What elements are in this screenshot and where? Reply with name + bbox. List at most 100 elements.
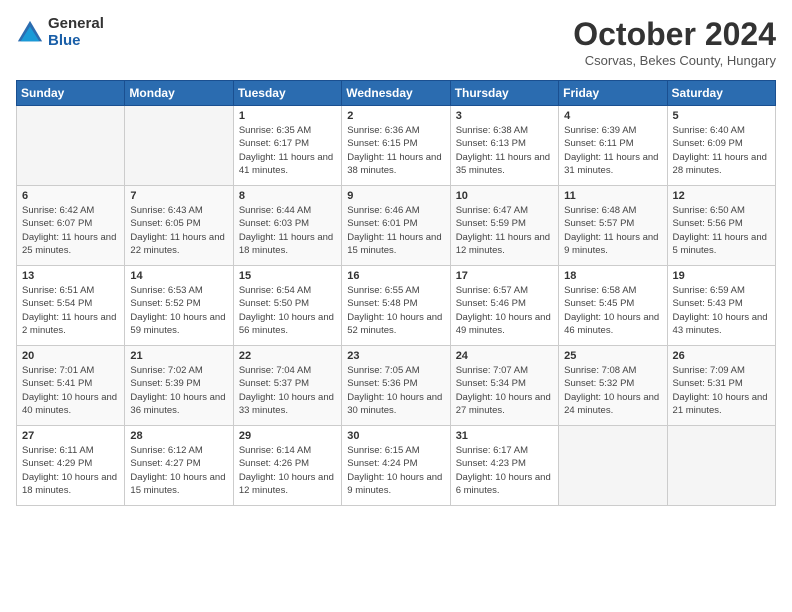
day-info: Sunrise: 6:47 AM Sunset: 5:59 PM Dayligh… [456, 204, 553, 257]
day-number: 12 [673, 190, 770, 202]
day-number: 7 [130, 190, 227, 202]
day-info: Sunrise: 7:09 AM Sunset: 5:31 PM Dayligh… [673, 364, 770, 417]
day-number: 17 [456, 270, 553, 282]
calendar-cell: 15Sunrise: 6:54 AM Sunset: 5:50 PM Dayli… [233, 266, 341, 346]
day-number: 28 [130, 430, 227, 442]
day-info: Sunrise: 7:01 AM Sunset: 5:41 PM Dayligh… [22, 364, 119, 417]
logo-icon [16, 19, 44, 47]
logo: General Blue [16, 16, 104, 49]
day-number: 26 [673, 350, 770, 362]
day-info: Sunrise: 6:59 AM Sunset: 5:43 PM Dayligh… [673, 284, 770, 337]
calendar-cell: 14 Sunrise: 6:53 AM Sunset: 5:52 PM Dayli… [125, 266, 233, 346]
page-header: General Blue October 2024 Csorvas, Bekes… [16, 16, 776, 68]
calendar-cell: 28 Sunrise: 6:12 AM Sunset: 4:27 PM Dayli… [125, 426, 233, 506]
header-row: SundayMondayTuesdayWednesdayThursdayFrid… [17, 81, 776, 106]
calendar-cell: 19Sunrise: 6:59 AM Sunset: 5:43 PM Dayli… [667, 266, 775, 346]
day-info: Sunrise: 6:42 AM Sunset: 6:07 PM Dayligh… [22, 204, 119, 257]
day-number: 20 [22, 350, 119, 362]
calendar-cell: 22 Sunrise: 7:04 AM Sunset: 5:37 PM Dayli… [233, 346, 341, 426]
calendar-body: 1Sunrise: 6:35 AM Sunset: 6:17 PM Daylig… [17, 106, 776, 506]
calendar-header: SundayMondayTuesdayWednesdayThursdayFrid… [17, 81, 776, 106]
day-info: Sunrise: 7:07 AM Sunset: 5:34 PM Dayligh… [456, 364, 553, 417]
day-number: 18 [564, 270, 661, 282]
calendar-cell: 20 Sunrise: 7:01 AM Sunset: 5:41 PM Dayli… [17, 346, 125, 426]
day-info: Sunrise: 6:12 AM Sunset: 4:27 PM Dayligh… [130, 444, 227, 497]
calendar-cell: 13 Sunrise: 6:51 AM Sunset: 5:54 PM Dayli… [17, 266, 125, 346]
calendar-week-4: 20 Sunrise: 7:01 AM Sunset: 5:41 PM Dayli… [17, 346, 776, 426]
calendar-cell: 7 Sunrise: 6:43 AM Sunset: 6:05 PM Daylig… [125, 186, 233, 266]
calendar-cell: 6 Sunrise: 6:42 AM Sunset: 6:07 PM Daylig… [17, 186, 125, 266]
day-number: 16 [347, 270, 444, 282]
day-info: Sunrise: 6:40 AM Sunset: 6:09 PM Dayligh… [673, 124, 770, 177]
day-number: 5 [673, 110, 770, 122]
day-info: Sunrise: 7:05 AM Sunset: 5:36 PM Dayligh… [347, 364, 444, 417]
day-info: Sunrise: 6:57 AM Sunset: 5:46 PM Dayligh… [456, 284, 553, 337]
calendar-cell: 27 Sunrise: 6:11 AM Sunset: 4:29 PM Dayli… [17, 426, 125, 506]
day-number: 1 [239, 110, 336, 122]
day-number: 15 [239, 270, 336, 282]
calendar-cell: 3 Sunrise: 6:38 AM Sunset: 6:13 PM Daylig… [450, 106, 558, 186]
day-info: Sunrise: 6:53 AM Sunset: 5:52 PM Dayligh… [130, 284, 227, 337]
calendar-cell: 30Sunrise: 6:15 AM Sunset: 4:24 PM Dayli… [342, 426, 450, 506]
day-info: Sunrise: 6:38 AM Sunset: 6:13 PM Dayligh… [456, 124, 553, 177]
day-number: 27 [22, 430, 119, 442]
day-number: 4 [564, 110, 661, 122]
title-block: October 2024 Csorvas, Bekes County, Hung… [573, 16, 776, 68]
calendar-week-3: 13 Sunrise: 6:51 AM Sunset: 5:54 PM Dayli… [17, 266, 776, 346]
header-day-tuesday: Tuesday [233, 81, 341, 106]
calendar-week-2: 6 Sunrise: 6:42 AM Sunset: 6:07 PM Daylig… [17, 186, 776, 266]
day-info: Sunrise: 6:39 AM Sunset: 6:11 PM Dayligh… [564, 124, 661, 177]
logo-text: General Blue [48, 16, 104, 49]
day-number: 25 [564, 350, 661, 362]
calendar-cell [125, 106, 233, 186]
calendar-cell: 9Sunrise: 6:46 AM Sunset: 6:01 PM Daylig… [342, 186, 450, 266]
location: Csorvas, Bekes County, Hungary [573, 53, 776, 68]
calendar-cell: 24 Sunrise: 7:07 AM Sunset: 5:34 PM Dayli… [450, 346, 558, 426]
day-number: 31 [456, 430, 553, 442]
calendar-cell: 23 Sunrise: 7:05 AM Sunset: 5:36 PM Dayli… [342, 346, 450, 426]
day-info: Sunrise: 6:14 AM Sunset: 4:26 PM Dayligh… [239, 444, 336, 497]
calendar-cell: 8 Sunrise: 6:44 AM Sunset: 6:03 PM Daylig… [233, 186, 341, 266]
day-info: Sunrise: 6:51 AM Sunset: 5:54 PM Dayligh… [22, 284, 119, 337]
day-number: 6 [22, 190, 119, 202]
day-number: 23 [347, 350, 444, 362]
day-info: Sunrise: 6:36 AM Sunset: 6:15 PM Dayligh… [347, 124, 444, 177]
header-day-monday: Monday [125, 81, 233, 106]
day-number: 8 [239, 190, 336, 202]
calendar-cell: 16 Sunrise: 6:55 AM Sunset: 5:48 PM Dayli… [342, 266, 450, 346]
day-info: Sunrise: 7:04 AM Sunset: 5:37 PM Dayligh… [239, 364, 336, 417]
day-info: Sunrise: 6:43 AM Sunset: 6:05 PM Dayligh… [130, 204, 227, 257]
day-info: Sunrise: 6:50 AM Sunset: 5:56 PM Dayligh… [673, 204, 770, 257]
calendar-cell: 17 Sunrise: 6:57 AM Sunset: 5:46 PM Dayli… [450, 266, 558, 346]
calendar-cell: 11 Sunrise: 6:48 AM Sunset: 5:57 PM Dayli… [559, 186, 667, 266]
calendar-cell: 18 Sunrise: 6:58 AM Sunset: 5:45 PM Dayli… [559, 266, 667, 346]
calendar-week-5: 27 Sunrise: 6:11 AM Sunset: 4:29 PM Dayli… [17, 426, 776, 506]
day-number: 13 [22, 270, 119, 282]
day-number: 2 [347, 110, 444, 122]
day-info: Sunrise: 6:58 AM Sunset: 5:45 PM Dayligh… [564, 284, 661, 337]
calendar-cell: 4 Sunrise: 6:39 AM Sunset: 6:11 PM Daylig… [559, 106, 667, 186]
day-number: 10 [456, 190, 553, 202]
logo-blue: Blue [48, 33, 104, 50]
calendar-cell: 31Sunrise: 6:17 AM Sunset: 4:23 PM Dayli… [450, 426, 558, 506]
day-info: Sunrise: 6:11 AM Sunset: 4:29 PM Dayligh… [22, 444, 119, 497]
day-number: 3 [456, 110, 553, 122]
calendar-cell: 26 Sunrise: 7:09 AM Sunset: 5:31 PM Dayli… [667, 346, 775, 426]
calendar-cell: 2 Sunrise: 6:36 AM Sunset: 6:15 PM Daylig… [342, 106, 450, 186]
day-number: 14 [130, 270, 227, 282]
day-info: Sunrise: 7:02 AM Sunset: 5:39 PM Dayligh… [130, 364, 227, 417]
day-info: Sunrise: 6:48 AM Sunset: 5:57 PM Dayligh… [564, 204, 661, 257]
day-number: 29 [239, 430, 336, 442]
month-title: October 2024 [573, 16, 776, 53]
day-number: 22 [239, 350, 336, 362]
day-info: Sunrise: 6:44 AM Sunset: 6:03 PM Dayligh… [239, 204, 336, 257]
day-info: Sunrise: 6:46 AM Sunset: 6:01 PM Dayligh… [347, 204, 444, 257]
calendar-week-1: 1Sunrise: 6:35 AM Sunset: 6:17 PM Daylig… [17, 106, 776, 186]
day-number: 24 [456, 350, 553, 362]
calendar-cell [17, 106, 125, 186]
calendar-cell: 21Sunrise: 7:02 AM Sunset: 5:39 PM Dayli… [125, 346, 233, 426]
calendar-cell: 10 Sunrise: 6:47 AM Sunset: 5:59 PM Dayli… [450, 186, 558, 266]
calendar-cell [667, 426, 775, 506]
day-number: 11 [564, 190, 661, 202]
day-info: Sunrise: 6:55 AM Sunset: 5:48 PM Dayligh… [347, 284, 444, 337]
